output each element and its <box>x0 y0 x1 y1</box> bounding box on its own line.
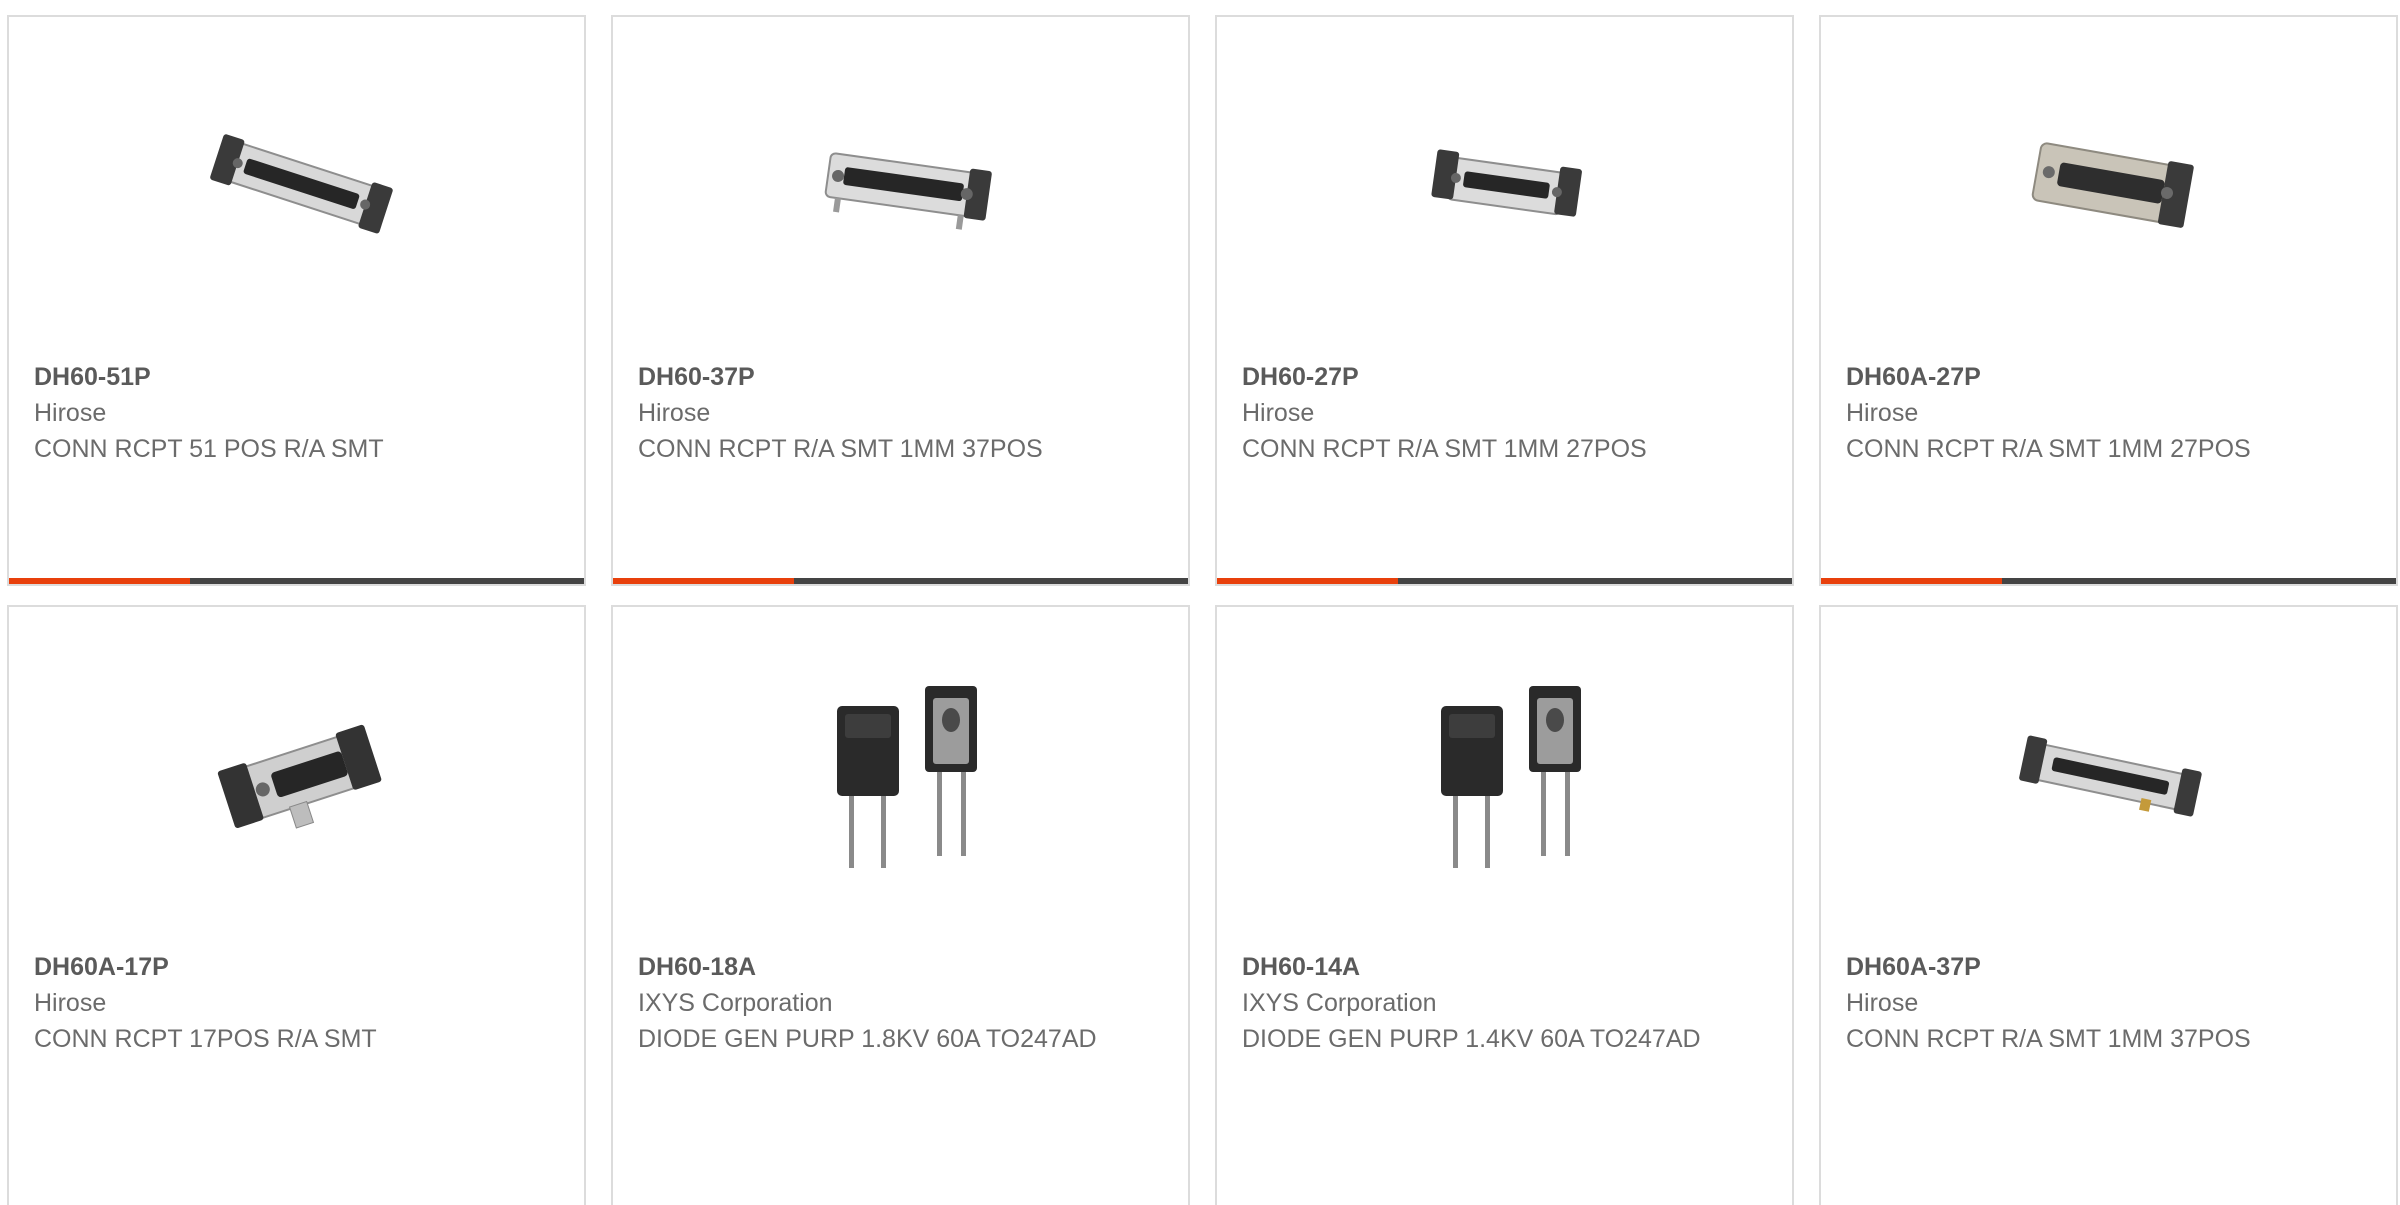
product-card[interactable]: DH60-37P Hirose CONN RCPT R/A SMT 1MM 37… <box>611 15 1190 586</box>
product-card[interactable]: DH60-18A IXYS Corporation DIODE GEN PURP… <box>611 605 1190 1205</box>
product-description: CONN RCPT 17POS R/A SMT <box>34 1025 377 1053</box>
card-accent-bar <box>1217 578 1398 584</box>
part-number[interactable]: DH60A-37P <box>1846 949 2356 985</box>
part-number[interactable]: DH60-37P <box>638 359 1148 395</box>
card-accent-bar <box>613 578 794 584</box>
manufacturer: Hirose <box>1846 399 1919 427</box>
card-bottom-bar <box>1821 578 2396 584</box>
connector-image[interactable] <box>197 87 398 288</box>
manufacturer: IXYS Corporation <box>638 989 833 1017</box>
diode-image[interactable] <box>1405 677 1606 878</box>
product-description: CONN RCPT 51 POS R/A SMT <box>34 435 384 463</box>
product-card[interactable]: DH60-27P Hirose CONN RCPT R/A SMT 1MM 27… <box>1215 15 1794 586</box>
part-number[interactable]: DH60-27P <box>1242 359 1752 395</box>
connector-image[interactable] <box>801 87 1002 288</box>
product-card[interactable]: DH60A-17P Hirose CONN RCPT 17POS R/A SMT <box>7 605 586 1205</box>
card-bottom-bar <box>613 578 1188 584</box>
part-number[interactable]: DH60-51P <box>34 359 544 395</box>
card-accent-bar <box>1821 578 2002 584</box>
product-grid: DH60-51P Hirose CONN RCPT 51 POS R/A SMT <box>0 0 2400 1205</box>
product-card[interactable]: DH60-14A IXYS Corporation DIODE GEN PURP… <box>1215 605 1794 1205</box>
product-description: CONN RCPT R/A SMT 1MM 27POS <box>1242 435 1647 463</box>
product-card[interactable]: DH60A-27P Hirose CONN RCPT R/A SMT 1MM 2… <box>1819 15 2398 586</box>
manufacturer: Hirose <box>1242 399 1315 427</box>
manufacturer: Hirose <box>1846 989 1919 1017</box>
manufacturer: Hirose <box>638 399 711 427</box>
product-card[interactable]: DH60-51P Hirose CONN RCPT 51 POS R/A SMT <box>7 15 586 586</box>
product-description: DIODE GEN PURP 1.8KV 60A TO247AD <box>638 1025 1097 1053</box>
manufacturer: Hirose <box>34 399 107 427</box>
part-number[interactable]: DH60A-17P <box>34 949 544 985</box>
manufacturer: Hirose <box>34 989 107 1017</box>
product-description: CONN RCPT R/A SMT 1MM 27POS <box>1846 435 2251 463</box>
product-card[interactable]: DH60A-37P Hirose CONN RCPT R/A SMT 1MM 3… <box>1819 605 2398 1205</box>
connector-image[interactable] <box>1405 87 1606 288</box>
connector-image[interactable] <box>2009 87 2210 288</box>
card-bottom-bar <box>9 578 584 584</box>
diode-image[interactable] <box>801 677 1002 878</box>
part-number[interactable]: DH60-14A <box>1242 949 1752 985</box>
part-number[interactable]: DH60A-27P <box>1846 359 2356 395</box>
manufacturer: IXYS Corporation <box>1242 989 1437 1017</box>
product-description: CONN RCPT R/A SMT 1MM 37POS <box>1846 1025 2251 1053</box>
product-description: CONN RCPT R/A SMT 1MM 37POS <box>638 435 1043 463</box>
card-accent-bar <box>9 578 190 584</box>
connector-image[interactable] <box>2009 677 2210 878</box>
connector-image[interactable] <box>197 677 398 878</box>
card-bottom-bar <box>1217 578 1792 584</box>
part-number[interactable]: DH60-18A <box>638 949 1148 985</box>
product-description: DIODE GEN PURP 1.4KV 60A TO247AD <box>1242 1025 1701 1053</box>
